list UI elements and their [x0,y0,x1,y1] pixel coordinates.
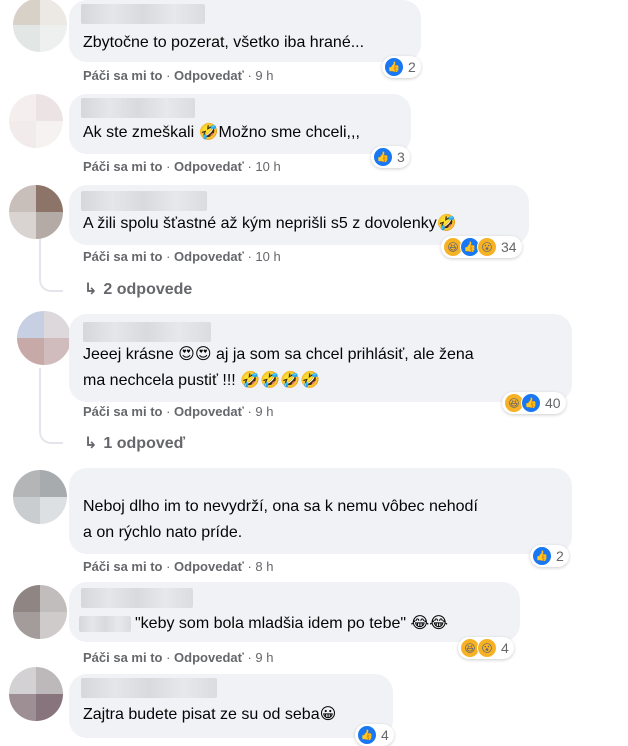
timestamp[interactable]: 9 h [255,404,273,419]
thread-connector [39,426,63,444]
reaction-count: 2 [408,59,416,75]
author-name-blurred[interactable] [81,588,193,608]
comment-bubble: Ak ste zmeškali 🤣Možno sme chceli,,, [69,94,411,154]
reaction-summary[interactable]: 😆 😮 4 [458,637,514,659]
author-name-blurred[interactable] [81,98,195,118]
like-icon: 👍 [384,57,404,77]
comment-actions: Páči sa mi to · Odpovedať · 10 h [83,159,281,174]
wow-icon: 😮 [477,237,497,257]
avatar[interactable] [17,311,71,365]
reaction-count: 3 [397,149,405,165]
like-link[interactable]: Páči sa mi to [83,249,162,264]
avatar[interactable] [9,185,63,239]
avatar[interactable] [9,667,63,721]
comment-actions: Páči sa mi to · Odpovedať · 9 h [83,404,274,419]
thread-line [39,368,41,430]
comment-text-line-1: Neboj dlho im to nevydrží, ona sa k nemu… [83,498,478,515]
reply-link[interactable]: Odpovedať [174,559,244,574]
reaction-summary[interactable]: 😆 👍 😮 34 [441,236,522,258]
reaction-summary[interactable]: 👍 2 [382,56,421,78]
reaction-count: 4 [501,640,509,656]
reply-link[interactable]: Odpovedať [174,404,244,419]
reply-link[interactable]: Odpovedať [174,159,244,174]
reply-link[interactable]: Odpovedať [174,650,244,665]
timestamp[interactable]: 9 h [255,650,273,665]
comment-text-line-2: a on rýchlo nato príde. [83,524,243,541]
view-replies-link[interactable]: ↳ 2 odpovede [84,279,192,299]
like-icon: 👍 [521,393,541,413]
reply-arrow-icon: ↳ [84,435,98,452]
comment-bubble: Zajtra budete pisat ze su od seba😀 [69,674,393,738]
reply-link[interactable]: Odpovedať [174,249,244,264]
comment-actions: Páči sa mi to · Odpovedať · 10 h [83,249,281,264]
comment-text: A žili spolu šťastné až kým neprišli s5 … [83,215,457,232]
like-link[interactable]: Páči sa mi to [83,404,162,419]
reaction-count: 4 [381,727,389,743]
comment-text-line-1: Jeeej krásne 😍😍 aj ja som sa chcel prihl… [83,346,474,363]
comment-bubble: Jeeej krásne 😍😍 aj ja som sa chcel prihl… [69,314,572,402]
like-link[interactable]: Páči sa mi to [83,68,162,83]
like-icon: 👍 [357,725,377,745]
author-name-blurred[interactable] [81,678,217,698]
reaction-summary[interactable]: 👍 3 [371,146,410,168]
thread-connector [39,274,63,292]
author-name-blurred[interactable] [81,191,207,211]
thread-line [39,236,41,278]
reply-link[interactable]: Odpovedať [174,68,244,83]
comment-bubble: Neboj dlho im to nevydrží, ona sa k nemu… [69,468,572,554]
avatar[interactable] [13,470,67,524]
like-link[interactable]: Páči sa mi to [83,559,162,574]
comment-bubble: "keby som bola mladšia idem po tebe" 😂😂 [69,582,520,642]
comment-text-line-2: ma nechcela pustiť !!! 🤣🤣🤣🤣 [83,372,320,389]
comment-actions: Páči sa mi to · Odpovedať · 9 h [83,650,274,665]
comment-text: "keby som bola mladšia idem po tebe" 😂😂 [135,615,448,632]
view-replies-link[interactable]: ↳ 1 odpoveď [84,433,185,453]
reply-arrow-icon: ↳ [84,281,98,298]
avatar[interactable] [13,0,67,52]
like-icon: 👍 [373,147,393,167]
comment-bubble: Zbytočne to pozerat, všetko iba hrané... [69,0,421,62]
comment-text: Zajtra budete pisat ze su od seba😀 [83,706,337,723]
author-name-blurred[interactable] [83,322,211,342]
author-name-blurred[interactable] [81,4,205,24]
timestamp[interactable]: 10 h [255,159,280,174]
reaction-summary[interactable]: 👍 4 [355,724,394,746]
timestamp[interactable]: 8 h [255,559,273,574]
like-link[interactable]: Páči sa mi to [83,159,162,174]
like-link[interactable]: Páči sa mi to [83,650,162,665]
like-icon: 👍 [532,546,552,566]
timestamp[interactable]: 10 h [255,249,280,264]
avatar[interactable] [9,94,63,148]
reaction-count: 40 [545,395,561,411]
timestamp[interactable]: 9 h [255,68,273,83]
comment-text: Zbytočne to pozerat, všetko iba hrané... [83,34,365,51]
reaction-summary[interactable]: 😆 👍 40 [502,392,566,414]
author-name-blurred [79,616,131,632]
wow-icon: 😮 [477,638,497,658]
comment-actions: Páči sa mi to · Odpovedať · 9 h [83,68,274,83]
comment-actions: Páči sa mi to · Odpovedať · 8 h [83,559,274,574]
reaction-count: 2 [556,548,564,564]
comment-text: Ak ste zmeškali 🤣Možno sme chceli,,, [83,124,360,141]
avatar[interactable] [13,585,67,639]
reaction-count: 34 [501,239,517,255]
reaction-summary[interactable]: 👍 2 [530,545,569,567]
